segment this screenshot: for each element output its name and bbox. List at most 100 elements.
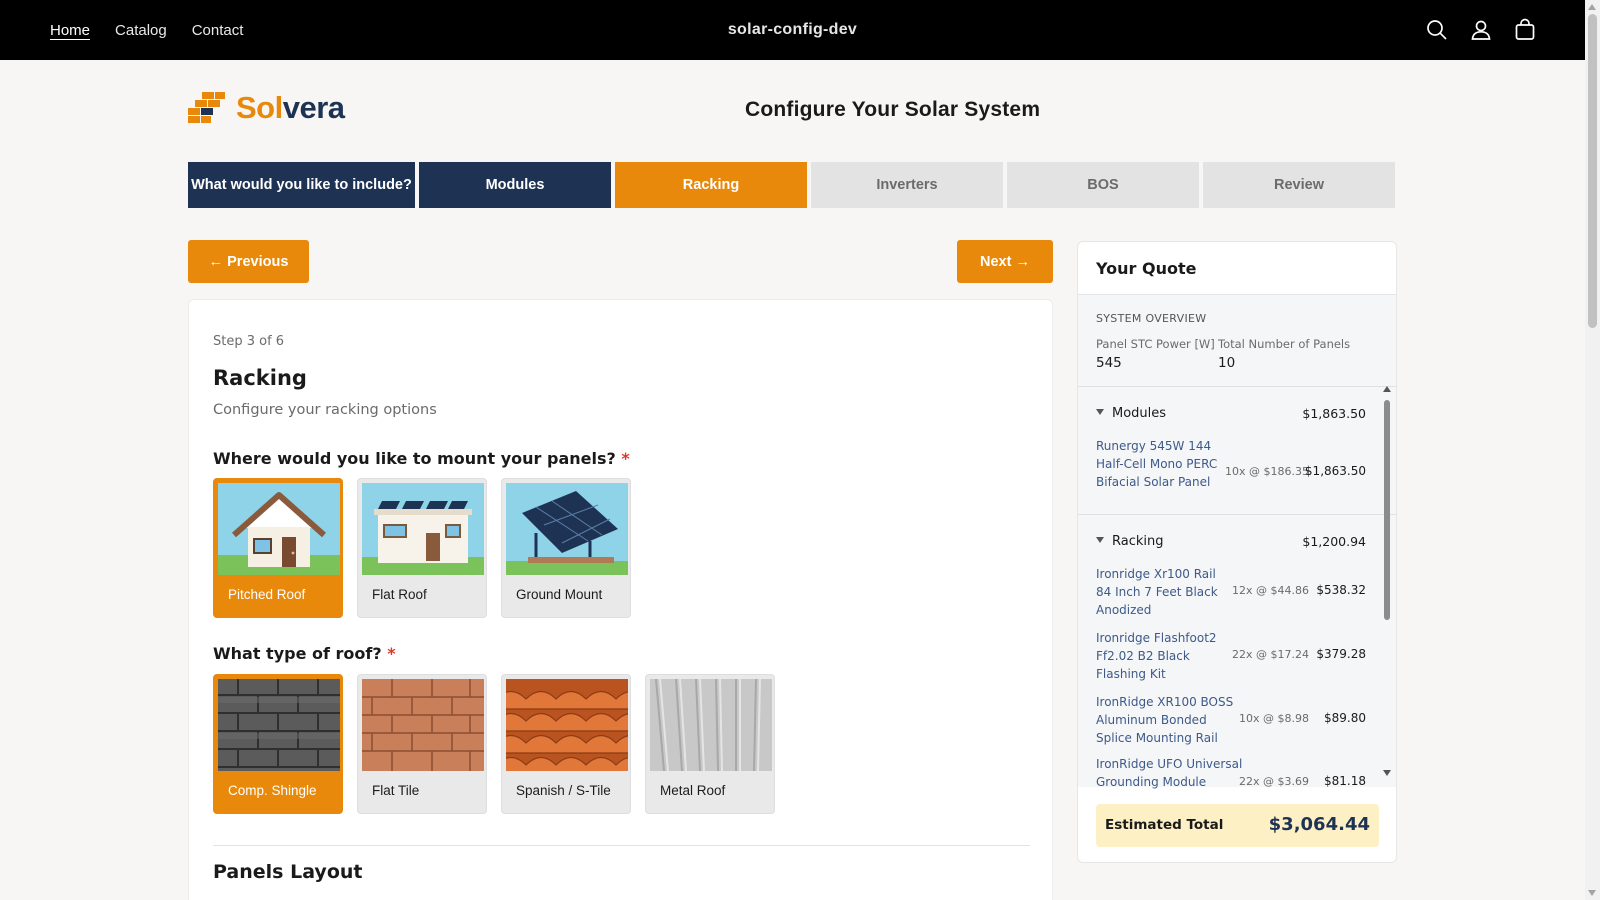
option-label: Flat Tile: [372, 783, 420, 798]
mount-question-text: Where would you like to mount your panel…: [213, 449, 616, 468]
page-scrollbar[interactable]: [1585, 0, 1600, 900]
search-icon[interactable]: [1425, 18, 1449, 42]
panels-layout-heading: Panels Layout: [213, 861, 363, 883]
step-racking[interactable]: Racking: [615, 162, 807, 208]
step-include[interactable]: What would you like to include?: [188, 162, 415, 208]
item-amount: $1,863.50: [1304, 464, 1366, 478]
cart-icon[interactable]: [1513, 18, 1537, 42]
quote-header: Your Quote: [1078, 242, 1396, 295]
item-qty: 10x @ $8.98: [1239, 712, 1309, 725]
item-amount: $379.28: [1316, 647, 1366, 661]
roof-option-comp-shingle[interactable]: Comp. Shingle: [213, 674, 343, 814]
required-mark: *: [621, 449, 630, 468]
quote-scroll-up-arrow[interactable]: [1383, 386, 1391, 392]
mount-option-pitched-roof[interactable]: Pitched Roof: [213, 478, 343, 618]
item-qty: 10x @ $186.35: [1225, 465, 1309, 478]
wizard-steps: What would you like to include? Modules …: [188, 162, 1395, 208]
quote-scrollbar[interactable]: [1382, 386, 1392, 776]
section-heading: Racking: [213, 366, 307, 390]
item-qty: 22x @ $3.69: [1239, 775, 1309, 788]
item-amount: $89.80: [1324, 711, 1366, 725]
section-divider: [213, 845, 1030, 846]
item-name[interactable]: IronRidge UFO Universal Grounding Module: [1096, 755, 1246, 791]
roof-option-flat-tile[interactable]: Flat Tile: [357, 674, 487, 814]
option-label: Ground Mount: [516, 587, 603, 602]
step-review[interactable]: Review: [1203, 162, 1395, 208]
estimated-total-box: Estimated Total $3,064.44: [1096, 804, 1379, 847]
comp-shingle-image: [218, 679, 340, 771]
modules-separator: [1078, 514, 1396, 515]
quote-scrollbar-thumb[interactable]: [1384, 400, 1390, 620]
item-name[interactable]: Runergy 545W 144 Half-Cell Mono PERC Bif…: [1096, 437, 1218, 491]
section-toggle[interactable]: Modules: [1096, 406, 1166, 421]
quote-scroll-down-arrow[interactable]: [1383, 770, 1391, 776]
next-button[interactable]: Next →: [957, 240, 1053, 283]
racking-card: Step 3 of 6 Racking Configure your racki…: [188, 299, 1053, 900]
roof-option-spanish-s-tile[interactable]: Spanish / S-Tile: [501, 674, 631, 814]
page-scrollbar-thumb[interactable]: [1588, 14, 1597, 328]
scroll-up-arrow[interactable]: [1588, 4, 1596, 10]
option-label: Spanish / S-Tile: [516, 783, 611, 798]
scroll-down-arrow[interactable]: [1588, 890, 1596, 896]
section-toggle[interactable]: Racking: [1096, 534, 1164, 549]
previous-button[interactable]: ← Previous: [188, 240, 309, 283]
flat-roof-image: [362, 483, 484, 575]
section-name: Racking: [1112, 534, 1164, 549]
panel-power-label: Panel STC Power [W]: [1096, 337, 1215, 351]
item-qty: 12x @ $44.86: [1232, 584, 1309, 597]
collapse-triangle-icon: [1096, 537, 1104, 543]
metal-roof-image: [650, 679, 772, 771]
section-total: $1,863.50: [1302, 406, 1366, 421]
section-name: Modules: [1112, 406, 1167, 421]
panel-count-value: 10: [1218, 355, 1236, 371]
roof-option-metal-roof[interactable]: Metal Roof: [645, 674, 775, 814]
step-inverters[interactable]: Inverters: [811, 162, 1003, 208]
step-modules[interactable]: Modules: [419, 162, 611, 208]
item-amount: $538.32: [1316, 583, 1366, 597]
mount-option-ground-mount[interactable]: Ground Mount: [501, 478, 631, 618]
mount-question: Where would you like to mount your panel…: [213, 449, 630, 468]
panel-count-label: Total Number of Panels: [1218, 337, 1351, 351]
section-subheading: Configure your racking options: [213, 402, 437, 418]
step-bos[interactable]: BOS: [1007, 162, 1199, 208]
item-qty: 22x @ $17.24: [1232, 648, 1309, 661]
quote-panel: Your Quote SYSTEM OVERVIEW Panel STC Pow…: [1077, 241, 1397, 863]
logo-part-sol: Sol: [236, 90, 283, 125]
system-overview-label: SYSTEM OVERVIEW: [1096, 312, 1207, 325]
option-label: Pitched Roof: [228, 587, 306, 602]
option-label: Comp. Shingle: [228, 783, 317, 798]
roof-question: What type of roof? *: [213, 644, 396, 663]
logo-part-vera: vera: [282, 90, 345, 125]
item-name[interactable]: IronRidge XR100 BOSS Aluminum Bonded Spl…: [1096, 693, 1246, 747]
option-label: Metal Roof: [660, 783, 726, 798]
estimated-total-label: Estimated Total: [1105, 817, 1224, 833]
mount-options: Pitched Roof Flat Roof Ground Mount: [213, 478, 631, 618]
roof-options: Comp. Shingle Flat Tile Spanish / S-Tile…: [213, 674, 775, 814]
brand-logo[interactable]: Solvera: [188, 90, 345, 126]
roof-question-text: What type of roof?: [213, 644, 382, 663]
step-counter: Step 3 of 6: [213, 334, 285, 349]
logo-wordmark: Solvera: [236, 90, 345, 126]
header-icons: [1425, 0, 1537, 60]
mount-option-flat-roof[interactable]: Flat Roof: [357, 478, 487, 618]
logo-mark-icon: [188, 92, 225, 123]
overview-separator: [1078, 386, 1396, 387]
quote-title: Your Quote: [1096, 259, 1197, 278]
item-name[interactable]: Ironridge Flashfoot2 Ff2.02 B2 Black Fla…: [1096, 629, 1218, 683]
estimated-total-value: $3,064.44: [1268, 814, 1370, 835]
option-label: Flat Roof: [372, 587, 427, 602]
top-nav-bar: Home Catalog Contact solar-config-dev: [0, 0, 1585, 60]
section-total: $1,200.94: [1302, 534, 1366, 549]
item-name[interactable]: Ironridge Xr100 Rail 84 Inch 7 Feet Blac…: [1096, 565, 1218, 619]
account-icon[interactable]: [1469, 18, 1493, 42]
panel-power-value: 545: [1096, 355, 1122, 371]
required-mark: *: [387, 644, 396, 663]
quote-body: SYSTEM OVERVIEW Panel STC Power [W] 545 …: [1078, 295, 1396, 789]
spanish-tile-image: [506, 679, 628, 771]
store-name[interactable]: solar-config-dev: [0, 0, 1585, 60]
flat-tile-image: [362, 679, 484, 771]
pitched-roof-image: [218, 483, 340, 575]
item-amount: $81.18: [1324, 774, 1366, 788]
collapse-triangle-icon: [1096, 409, 1104, 415]
page-title: Configure Your Solar System: [745, 98, 1041, 121]
